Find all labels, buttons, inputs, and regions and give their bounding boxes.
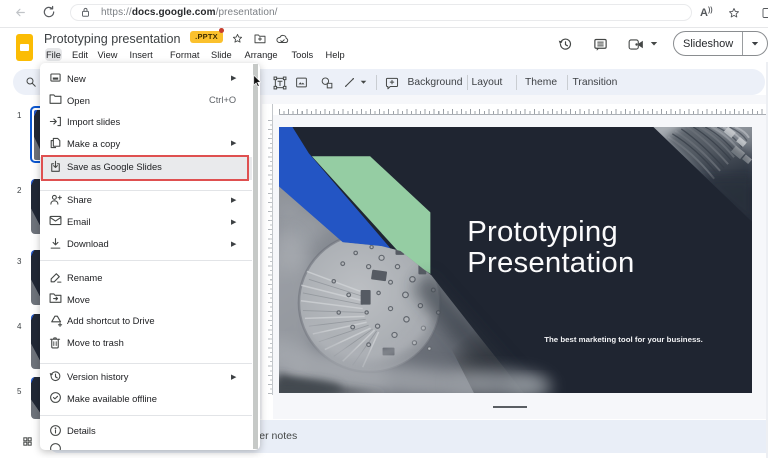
svg-text:Prototyping: Prototyping [467,216,618,248]
svg-text:Presentation: Presentation [467,247,634,279]
svg-text:The best marketing tool for yo: The best marketing tool for your busines… [544,334,703,343]
